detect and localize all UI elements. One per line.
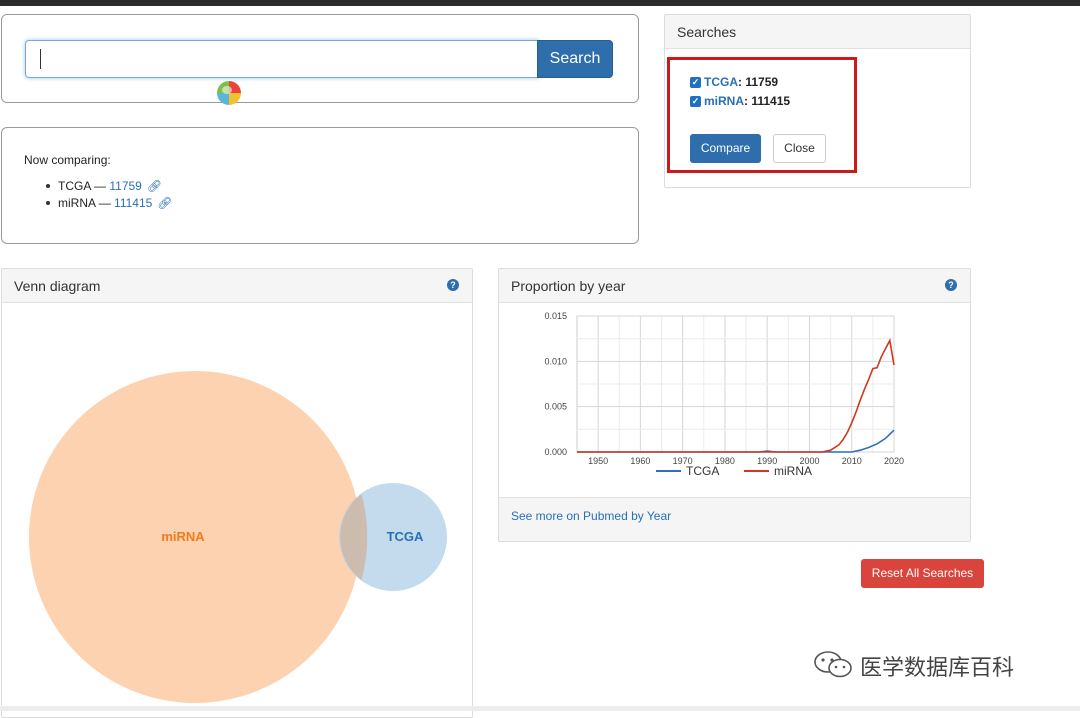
pubmed-by-year-link[interactable]: See more on Pubmed by Year (511, 509, 671, 523)
compare-button[interactable]: Compare (690, 134, 761, 163)
comparing-item-tcga: TCGA — 11759 🔗︎ (30, 178, 173, 195)
x-tick-label: 2010 (842, 456, 862, 466)
comparing-separator: — (98, 196, 111, 210)
x-tick-label: 2020 (884, 456, 904, 466)
legend-label: miRNA (774, 464, 812, 478)
bullet-icon (46, 200, 50, 205)
checkbox-checked-icon[interactable]: ✓ (690, 77, 701, 89)
help-icon[interactable]: ? (945, 279, 957, 291)
venn-title: Venn diagram (2, 269, 472, 303)
comparing-list: TCGA — 11759 🔗︎ miRNA — 111415 🔗︎ (30, 178, 173, 212)
close-button[interactable]: Close (773, 134, 826, 163)
reset-all-searches-button[interactable]: Reset All Searches (861, 559, 984, 588)
y-tick-label: 0.010 (544, 356, 567, 366)
comparing-count-link[interactable]: 111415 (114, 196, 152, 210)
bottom-edge (0, 706, 1080, 711)
now-comparing-label: Now comparing: (24, 153, 111, 167)
search-input[interactable] (25, 40, 539, 78)
search-item-mirna: ✓ miRNA: 111415 (690, 94, 790, 108)
searches-title: Searches (665, 15, 970, 49)
venn-label-tcga: TCGA (387, 529, 424, 544)
y-tick-label: 0.005 (544, 402, 567, 412)
help-icon[interactable]: ? (447, 279, 459, 291)
app-logo-icon (217, 81, 241, 105)
proportion-panel: Proportion by year ? 1950 1960 1970 1980 199… (498, 268, 971, 542)
search-term-link[interactable]: miRNA (704, 94, 744, 108)
comparing-term: TCGA (58, 179, 91, 193)
link-icon[interactable]: 🔗︎ (157, 196, 172, 210)
search-term-count: : 111415 (744, 94, 791, 108)
x-tick-label: 1950 (588, 456, 608, 466)
legend-label: TCGA (686, 464, 719, 478)
comparing-separator: — (94, 179, 107, 193)
venn-diagram: miRNA TCGA (29, 371, 447, 703)
search-button[interactable]: Search (537, 40, 613, 78)
search-term-link[interactable]: TCGA (704, 75, 738, 89)
search-term-count: : 11759 (738, 75, 779, 89)
comparing-item-mirna: miRNA — 111415 🔗︎ (30, 195, 173, 212)
proportion-title: Proportion by year (499, 269, 970, 303)
link-icon[interactable]: 🔗︎ (147, 179, 162, 193)
top-bar (0, 0, 1080, 6)
proportion-line-chart: 1950 1960 1970 1980 1990 2000 2010 20200.0000.0… (544, 311, 904, 478)
search-item-tcga: ✓ TCGA: 11759 (690, 75, 778, 89)
y-tick-label: 0.000 (544, 447, 567, 457)
venn-label-mirna: miRNA (161, 529, 205, 544)
wechat-icon (814, 651, 852, 678)
bullet-icon (46, 183, 50, 188)
y-tick-label: 0.015 (544, 311, 567, 321)
comparing-count-link[interactable]: 11759 (109, 179, 141, 193)
proportion-footer: See more on Pubmed by Year (499, 497, 970, 541)
x-tick-label: 1960 (630, 456, 650, 466)
checkbox-checked-icon[interactable]: ✓ (690, 96, 701, 108)
watermark-text: 医学数据库百科 (860, 655, 1015, 680)
text-caret (40, 49, 41, 69)
venn-panel: Venn diagram ? miRNA TCGA (1, 268, 473, 718)
comparing-term: miRNA (58, 196, 96, 210)
